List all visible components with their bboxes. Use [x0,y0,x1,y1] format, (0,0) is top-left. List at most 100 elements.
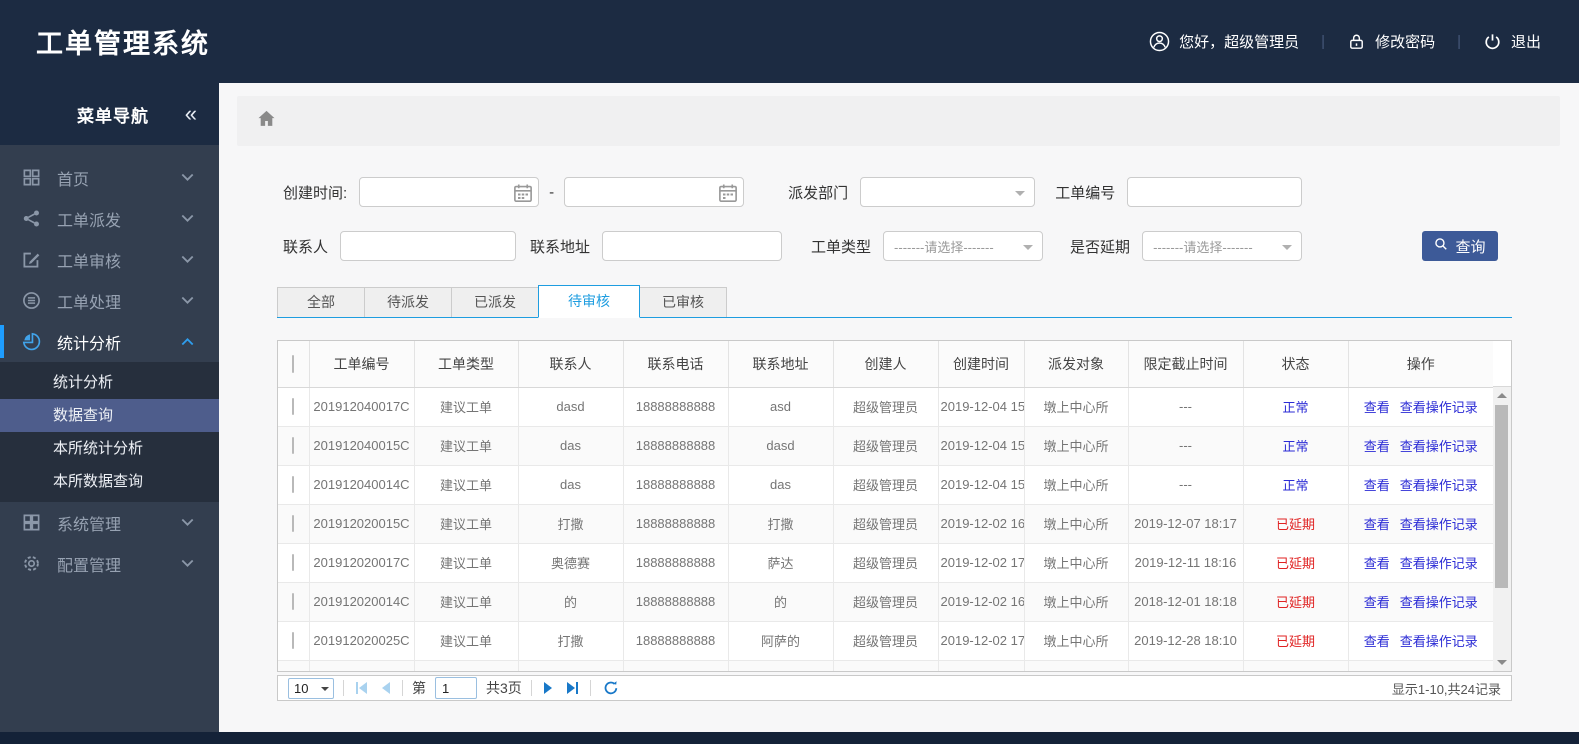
table-row: 201912020025C 建议工单 打撒 18888888888 阿萨的 超级管理员 20… [278,621,1493,661]
view-link[interactable]: 查看 [1364,439,1390,454]
sidebar-item-home[interactable]: 首页 [0,157,219,198]
logout-text: 退出 [1510,34,1541,51]
view-log-link[interactable]: 查看操作记录 [1400,517,1478,532]
view-link[interactable]: 查看 [1364,595,1390,610]
delay-select[interactable]: -------请选择------- [1142,231,1303,261]
row-checkbox[interactable] [292,398,295,415]
first-page-button[interactable] [353,682,370,694]
view-log-link[interactable]: 查看操作记录 [1400,634,1478,649]
sidebar-subitem-stats-analysis[interactable]: 统计分析 [0,366,219,399]
table-cell: 墩上中心所 [1024,465,1129,505]
table-cell: 2018-12-01 18:18 [1128,582,1244,622]
table-row: 201912040015C 建议工单 das 18888888888 dasd 超级管理员… [278,426,1493,466]
row-checkbox[interactable] [292,476,295,493]
table-row [278,660,1493,672]
create-time-start-input[interactable] [359,177,540,207]
change-password-link[interactable]: 修改密码 [1347,31,1435,52]
table-cell: 超级管理员 [833,426,939,466]
table-cell [1128,660,1244,671]
column-header: 工单类型 [414,341,519,388]
table-cell: 201912020017C [309,543,415,583]
sidebar-item-stats[interactable]: 统计分析 [0,321,219,362]
sidebar-item-review[interactable]: 工单审核 [0,239,219,280]
next-page-button[interactable] [541,682,555,694]
table-cell: 超级管理员 [833,504,939,544]
row-checkbox[interactable] [292,671,294,672]
tab-pending-dispatch[interactable]: 待派发 [364,287,452,317]
scrollbar-thumb[interactable] [1495,405,1508,588]
total-pages: 共3页 [486,680,522,696]
user-greeting[interactable]: 您好，超级管理员 [1149,31,1299,52]
tab-dispatched[interactable]: 已派发 [451,287,539,317]
calendar-icon[interactable] [513,183,533,203]
sidebar-item-config[interactable]: 配置管理 [0,543,219,584]
view-link[interactable]: 查看 [1364,634,1390,649]
search-button[interactable]: 查询 [1422,231,1498,261]
sidebar-item-dispatch[interactable]: 工单派发 [0,198,219,239]
scrollbar-track[interactable] [1493,387,1511,671]
prev-page-button[interactable] [379,682,393,694]
change-password-text: 修改密码 [1375,34,1436,51]
chevron-down-icon [181,251,194,269]
current-page-input[interactable] [435,677,477,699]
logout-link[interactable]: 退出 [1483,31,1541,52]
row-checkbox[interactable] [292,437,295,454]
grid-icon [22,168,42,188]
view-link[interactable]: 查看 [1364,400,1390,415]
scroll-up-icon[interactable] [1497,393,1507,398]
refresh-button[interactable] [600,680,622,696]
view-log-link[interactable]: 查看操作记录 [1400,556,1478,571]
sidebar-subitem-branch-stats[interactable]: 本所统计分析 [0,432,219,465]
breadcrumb [237,96,1560,146]
table-row: 201912020014C 建议工单的 18888888888 的超级管理员 2019-… [278,582,1493,622]
table-cell: 墩上中心所 [1024,504,1129,544]
table-cell: 18888888888 [623,504,729,544]
row-checkbox[interactable] [292,593,295,610]
view-link[interactable]: 查看 [1364,517,1390,532]
row-checkbox[interactable] [292,515,295,532]
scroll-down-icon[interactable] [1497,660,1507,665]
calendar-icon[interactable] [718,183,738,203]
row-checkbox[interactable] [292,632,295,649]
view-log-link[interactable]: 查看操作记录 [1400,595,1478,610]
table-cell [518,660,624,671]
tab-reviewed[interactable]: 已审核 [639,287,727,317]
order-type-select[interactable]: -------请选择------- [883,231,1044,261]
dispatch-dept-select[interactable] [860,177,1036,207]
row-checkbox[interactable] [292,554,295,571]
last-page-button[interactable] [564,682,581,694]
view-link[interactable]: 查看 [1364,556,1390,571]
home-icon[interactable] [257,109,276,133]
table-cell: 201912020014C [309,582,415,622]
page-size-select[interactable]: 10 [288,677,334,699]
table-cell: 建议工单 [414,621,519,661]
footer-strip [0,732,1579,744]
sidebar-subitem-data-query[interactable]: 数据查询 [0,399,219,432]
share-icon [22,209,42,229]
select-all-checkbox[interactable] [292,354,295,373]
table-cell: 2019-12-02 17 [938,543,1025,583]
table-row: 201912020017C 建议工单 奥德赛 18888888888 萨达 超级管理员 20… [278,543,1493,583]
lock-icon [1347,32,1366,51]
table-cell: --- [1128,426,1244,466]
table-cell: 打撒 [728,504,834,544]
contact-input[interactable] [340,231,517,261]
sidebar-item-process[interactable]: 工单处理 [0,280,219,321]
view-log-link[interactable]: 查看操作记录 [1400,400,1478,415]
chevron-down-icon [321,686,329,695]
table-cell: 打撒 [518,504,624,544]
view-log-link[interactable]: 查看操作记录 [1400,439,1478,454]
order-no-input[interactable] [1127,177,1303,207]
address-label: 联系地址 [530,238,591,256]
contact-label: 联系人 [283,238,329,256]
view-log-link[interactable]: 查看操作记录 [1400,478,1478,493]
sidebar-item-system[interactable]: 系统管理 [0,502,219,543]
table-scrollbar[interactable] [1493,341,1511,671]
sidebar-collapse-icon[interactable]: « [185,101,197,127]
create-time-end-input[interactable] [564,177,745,207]
address-input[interactable] [602,231,783,261]
sidebar-subitem-branch-query[interactable]: 本所数据查询 [0,465,219,498]
tab-all[interactable]: 全部 [277,287,365,317]
tab-pending-review[interactable]: 待审核 [538,285,640,318]
view-link[interactable]: 查看 [1364,478,1390,493]
